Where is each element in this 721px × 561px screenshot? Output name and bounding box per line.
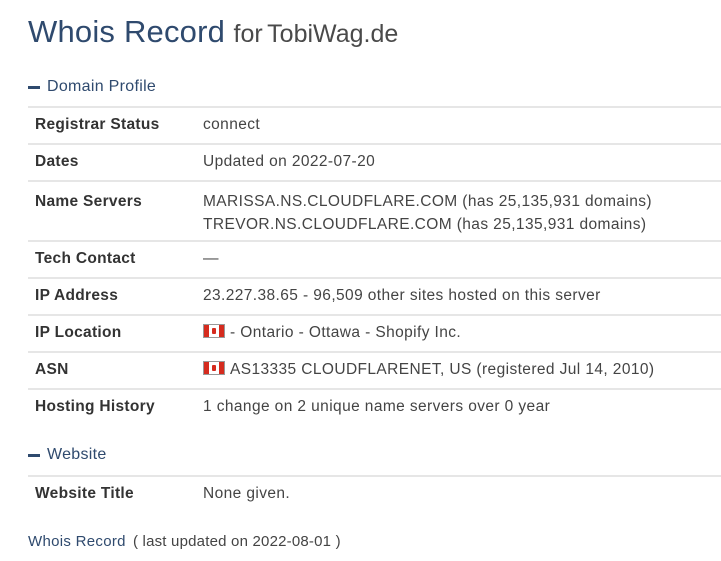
row-label: ASN: [35, 361, 69, 378]
row-label: IP Location: [35, 324, 122, 341]
table-row: Tech Contact —: [28, 241, 721, 278]
table-row: ASN AS13335 CLOUDFLARENET, US (registere…: [28, 352, 721, 389]
table-row: Website Title None given.: [28, 476, 721, 513]
website-heading: Website: [47, 446, 107, 463]
canada-flag-icon: [203, 361, 225, 375]
row-value: —: [203, 250, 219, 267]
table-row: Name Servers MARISSA.NS.CLOUDFLARE.COM (…: [28, 181, 721, 241]
domain-profile-heading: Domain Profile: [47, 78, 157, 95]
ip-location-text: - Ontario - Ottawa - Shopify Inc.: [230, 324, 462, 341]
row-label: Name Servers: [35, 193, 143, 210]
row-value: Updated on 2022-07-20: [203, 153, 376, 170]
page-title-domain: TobiWag.de: [267, 20, 399, 48]
website-toggle[interactable]: Website: [28, 446, 107, 464]
row-value: connect: [203, 116, 261, 133]
table-row: Dates Updated on 2022-07-20: [28, 144, 721, 181]
canada-flag-icon: [203, 324, 225, 338]
row-label: Dates: [35, 153, 79, 170]
table-row: IP Location - Ontario - Ottawa - Shopify…: [28, 315, 721, 352]
row-label: Registrar Status: [35, 116, 160, 133]
page-title-main: Whois Record: [28, 14, 226, 49]
table-row: Registrar Status connect: [28, 107, 721, 144]
table-row: Hosting History 1 change on 2 unique nam…: [28, 389, 721, 426]
last-updated-note: ( last updated on 2022-08-01 ): [132, 533, 341, 550]
row-value: - Ontario - Ottawa - Shopify Inc.: [203, 315, 721, 352]
page-title-for: for: [233, 20, 263, 48]
row-value: 1 change on 2 unique name servers over 0…: [203, 398, 551, 415]
collapse-minus-icon[interactable]: [28, 85, 40, 89]
name-server-2: TREVOR.NS.CLOUDFLARE.COM (has 25,135,931…: [203, 216, 647, 233]
row-label: Website Title: [35, 485, 134, 502]
row-value: 23.227.38.65 - 96,509 other sites hosted…: [203, 287, 601, 304]
table-row: IP Address 23.227.38.65 - 96,509 other s…: [28, 278, 721, 315]
domain-profile-table: Registrar Status connect Dates Updated o…: [28, 106, 721, 426]
asn-text: AS13335 CLOUDFLARENET, US (registered Ju…: [230, 361, 655, 378]
row-value: AS13335 CLOUDFLARENET, US (registered Ju…: [203, 352, 721, 389]
row-value: MARISSA.NS.CLOUDFLARE.COM (has 25,135,93…: [203, 181, 721, 241]
domain-profile-toggle[interactable]: Domain Profile: [28, 78, 156, 96]
page-title: Whois Record for TobiWag.de: [28, 14, 398, 50]
row-value: None given.: [203, 485, 291, 502]
footer: Whois Record ( last updated on 2022-08-0…: [28, 533, 341, 550]
row-label: IP Address: [35, 287, 119, 304]
whois-record-link[interactable]: Whois Record: [28, 533, 126, 550]
name-server-1: MARISSA.NS.CLOUDFLARE.COM (has 25,135,93…: [203, 193, 652, 210]
collapse-minus-icon[interactable]: [28, 453, 40, 457]
website-table: Website Title None given.: [28, 475, 721, 513]
row-label: Tech Contact: [35, 250, 136, 267]
row-label: Hosting History: [35, 398, 155, 415]
